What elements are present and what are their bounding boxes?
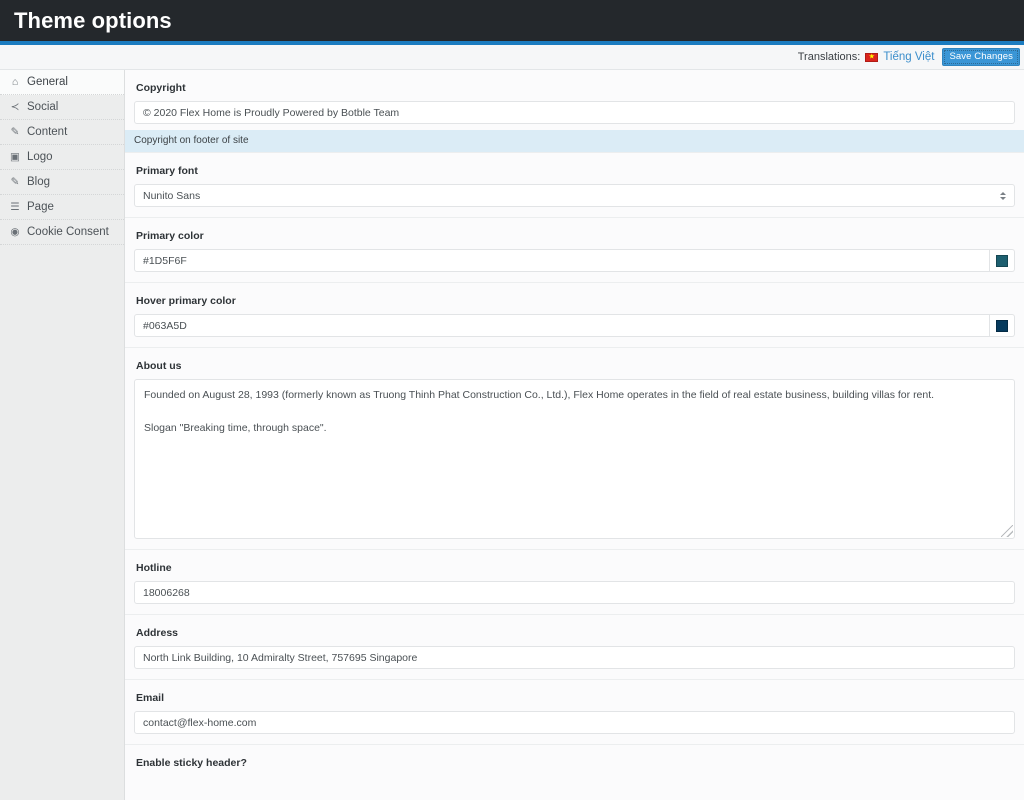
color-swatch-icon xyxy=(996,255,1008,267)
field-group-sticky-header: Enable sticky header? xyxy=(125,745,1024,779)
field-group-primary-color: Primary color xyxy=(125,218,1024,283)
book-icon: ☰ xyxy=(9,202,21,213)
color-swatch-icon xyxy=(996,320,1008,332)
app-header: Theme options xyxy=(0,0,1024,45)
translations-group: Translations: Tiếng Việt xyxy=(798,51,935,63)
email-label: Email xyxy=(136,692,1015,704)
field-group-copyright: Copyright Copyright on footer of site xyxy=(125,70,1024,153)
home-icon: ⌂ xyxy=(9,77,21,88)
sidebar-item-label: Logo xyxy=(27,151,53,163)
sidebar-item-page[interactable]: ☰ Page xyxy=(0,195,124,220)
primary-color-label: Primary color xyxy=(136,230,1015,242)
sidebar-item-label: General xyxy=(27,76,68,88)
primary-color-input[interactable] xyxy=(134,249,990,272)
translations-label: Translations: xyxy=(798,51,861,63)
field-group-email: Email xyxy=(125,680,1024,745)
cookie-icon: ◉ xyxy=(9,227,21,238)
field-group-about-us: About us xyxy=(125,348,1024,550)
address-label: Address xyxy=(136,627,1015,639)
sidebar-item-cookie-consent[interactable]: ◉ Cookie Consent xyxy=(0,220,124,245)
sidebar-item-logo[interactable]: ▣ Logo xyxy=(0,145,124,170)
about-us-label: About us xyxy=(136,360,1015,372)
about-us-textarea[interactable] xyxy=(134,379,1015,539)
hover-primary-color-input[interactable] xyxy=(134,314,990,337)
action-bar: Translations: Tiếng Việt Save Changes xyxy=(0,45,1024,70)
sticky-header-label: Enable sticky header? xyxy=(136,757,1015,769)
settings-form: Copyright Copyright on footer of site Pr… xyxy=(125,70,1024,800)
copyright-label: Copyright xyxy=(136,82,1015,94)
image-icon: ▣ xyxy=(9,152,21,163)
field-group-hotline: Hotline xyxy=(125,550,1024,615)
email-input[interactable] xyxy=(134,711,1015,734)
copyright-helper-text: Copyright on footer of site xyxy=(125,130,1024,152)
sidebar-item-label: Blog xyxy=(27,176,50,188)
hover-primary-color-swatch-button[interactable] xyxy=(990,314,1015,337)
language-link-vietnamese[interactable]: Tiếng Việt xyxy=(883,51,934,63)
hotline-input[interactable] xyxy=(134,581,1015,604)
copyright-input[interactable] xyxy=(134,101,1015,124)
field-group-hover-primary-color: Hover primary color xyxy=(125,283,1024,348)
primary-color-swatch-button[interactable] xyxy=(990,249,1015,272)
address-input[interactable] xyxy=(134,646,1015,669)
vietnam-flag-icon xyxy=(865,53,878,62)
edit-icon: ✎ xyxy=(9,127,21,138)
sidebar-item-general[interactable]: ⌂ General xyxy=(0,70,124,95)
main-shell: ⌂ General ≺ Social ✎ Content ▣ Logo ✎ Bl… xyxy=(0,70,1024,800)
sidebar: ⌂ General ≺ Social ✎ Content ▣ Logo ✎ Bl… xyxy=(0,70,125,800)
sidebar-item-label: Content xyxy=(27,126,67,138)
primary-font-select[interactable] xyxy=(134,184,1015,207)
sidebar-item-label: Page xyxy=(27,201,54,213)
field-group-primary-font: Primary font xyxy=(125,153,1024,218)
sidebar-item-label: Social xyxy=(27,101,58,113)
field-group-address: Address xyxy=(125,615,1024,680)
primary-font-label: Primary font xyxy=(136,165,1015,177)
hover-primary-color-label: Hover primary color xyxy=(136,295,1015,307)
sidebar-item-label: Cookie Consent xyxy=(27,226,109,238)
share-icon: ≺ xyxy=(9,102,21,113)
sidebar-item-social[interactable]: ≺ Social xyxy=(0,95,124,120)
sidebar-item-content[interactable]: ✎ Content xyxy=(0,120,124,145)
sidebar-item-blog[interactable]: ✎ Blog xyxy=(0,170,124,195)
save-changes-button[interactable]: Save Changes xyxy=(942,48,1020,67)
hotline-label: Hotline xyxy=(136,562,1015,574)
page-title: Theme options xyxy=(14,8,172,34)
edit-icon: ✎ xyxy=(9,177,21,188)
